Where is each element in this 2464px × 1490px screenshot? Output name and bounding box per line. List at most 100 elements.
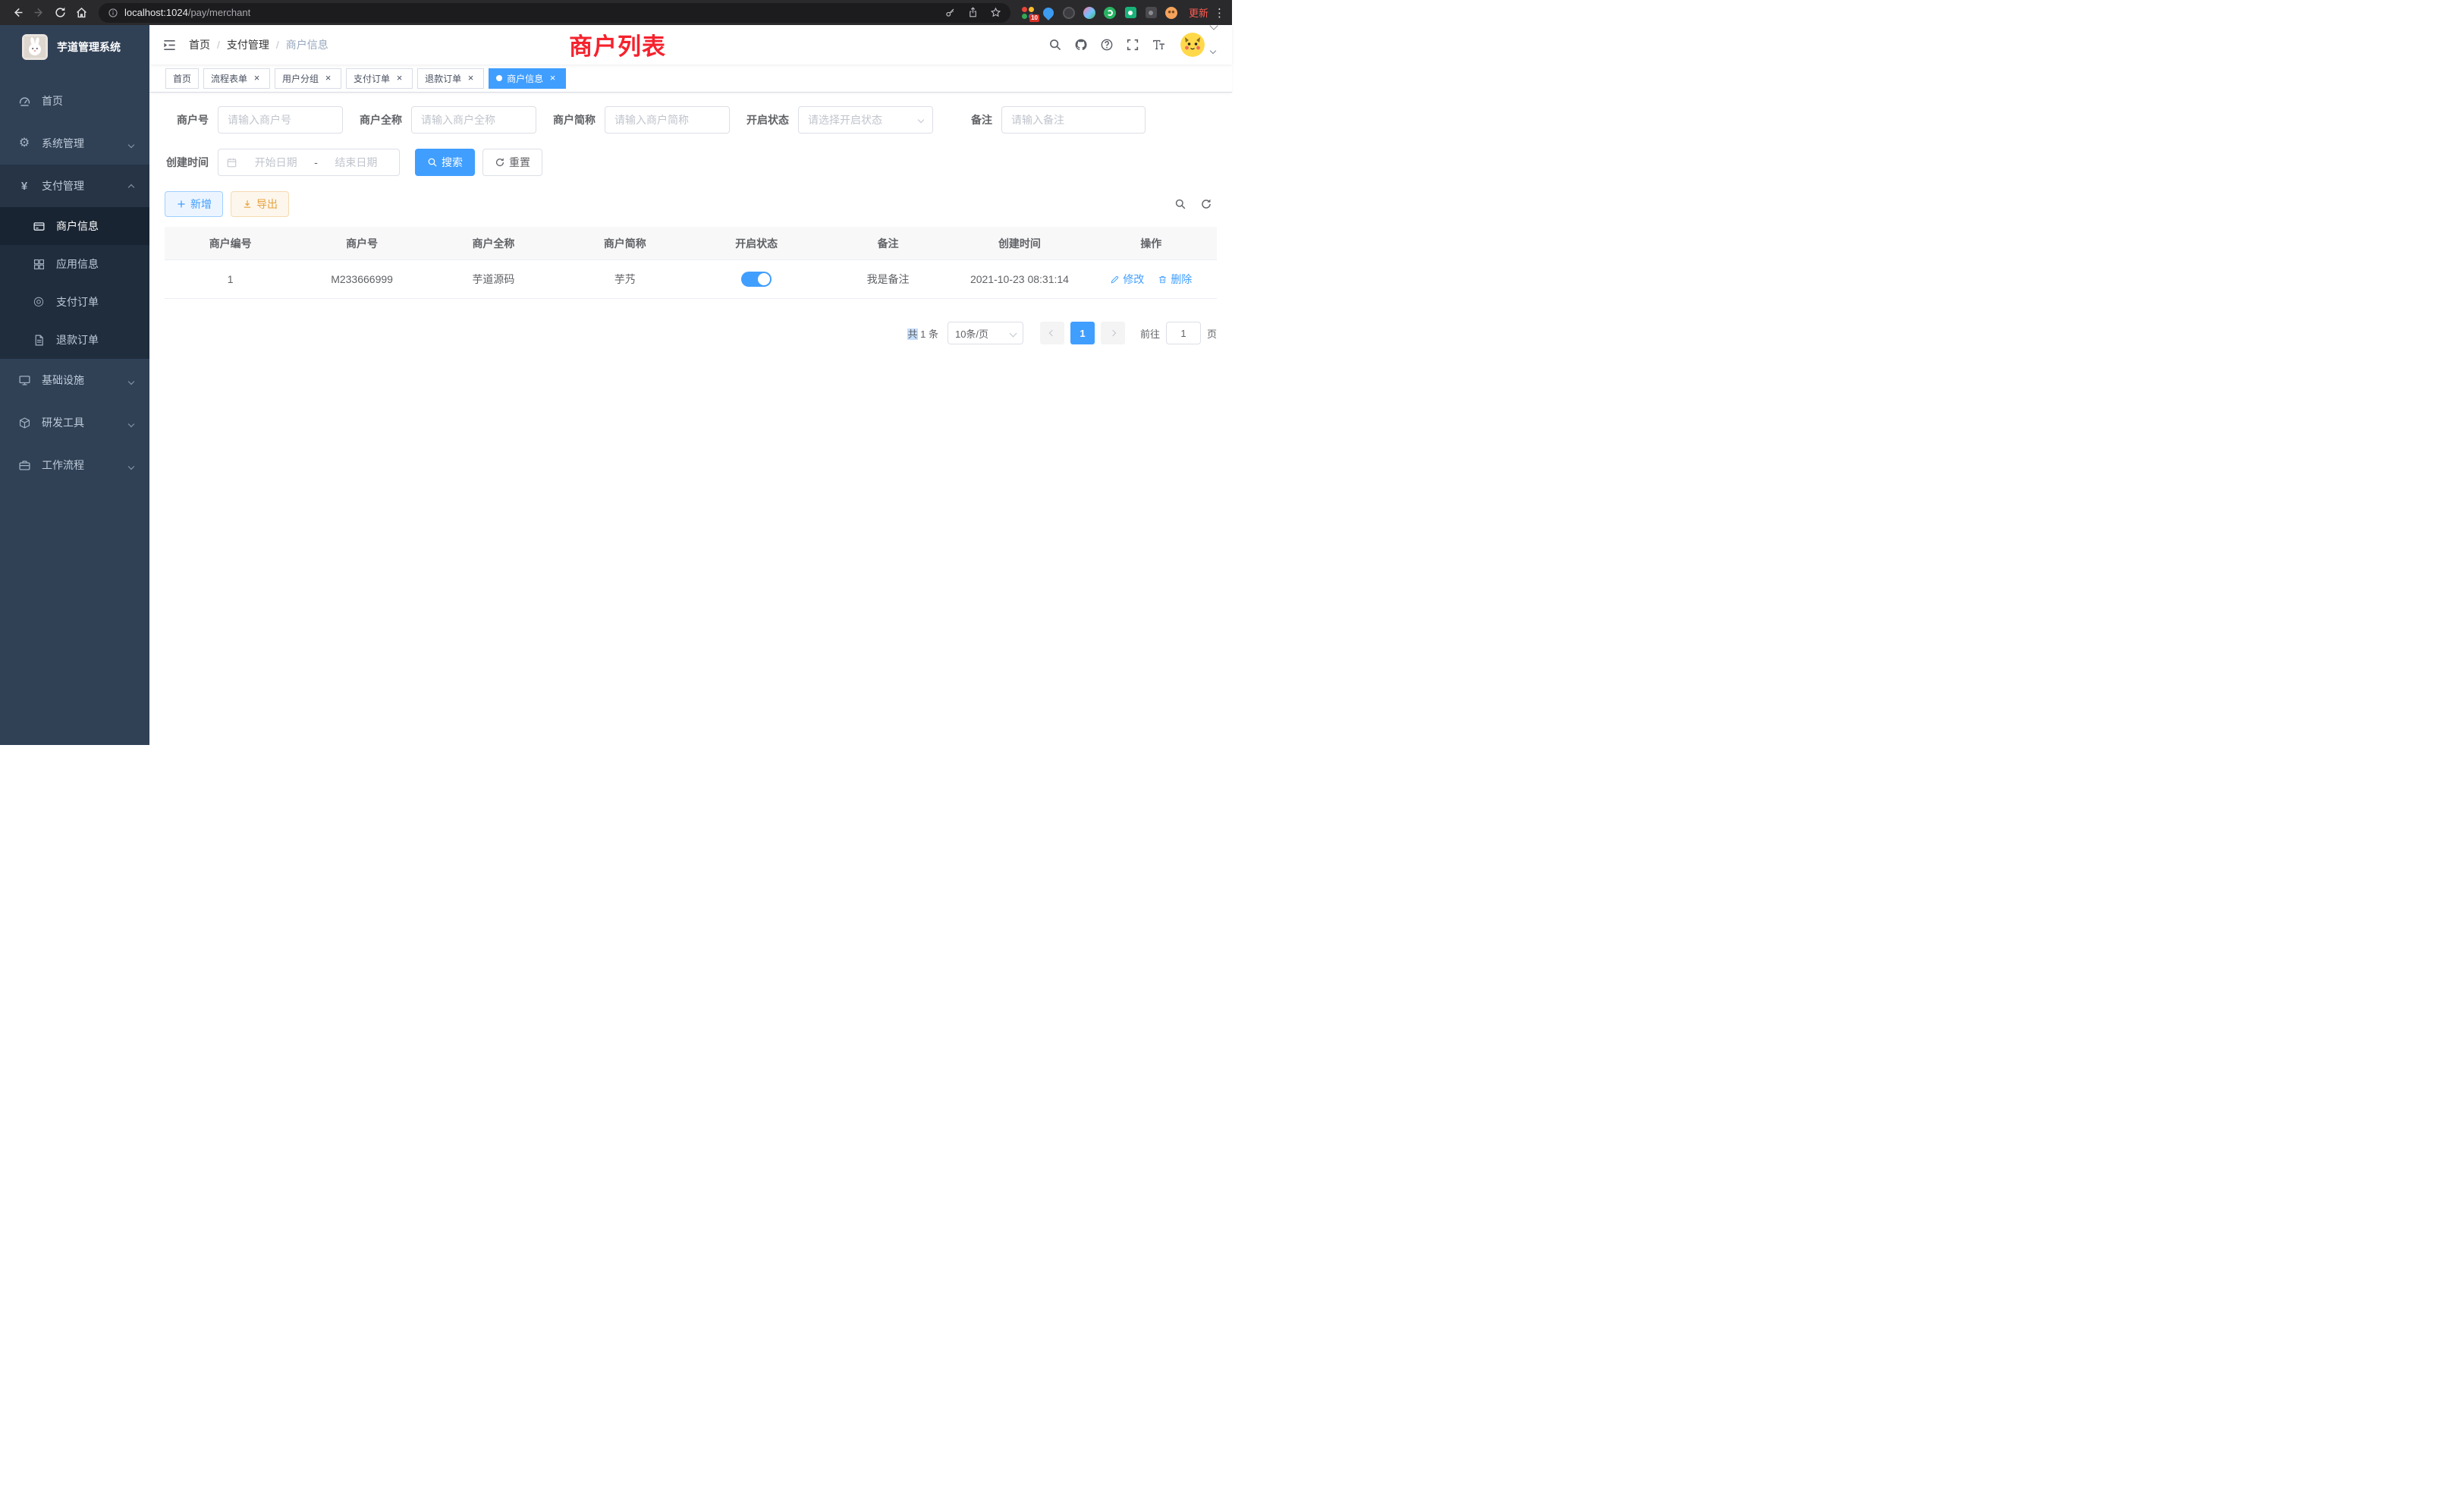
toggle-search-icon[interactable] xyxy=(1174,198,1186,210)
grid-icon xyxy=(32,257,46,271)
col-header: 商户全称 xyxy=(428,236,559,251)
close-icon[interactable]: × xyxy=(394,73,405,84)
pagination: 共 1 条 10条/页 1 前往 页 xyxy=(165,322,1217,344)
refresh-icon xyxy=(495,157,505,168)
short-name-input[interactable] xyxy=(605,106,730,134)
browser-update-button[interactable]: 更新 xyxy=(1189,5,1208,20)
filter-row-1: 商户号 商户全称 商户简称 开启状态 请选择开启状态 备注 xyxy=(165,106,1217,134)
add-button[interactable]: 新增 xyxy=(165,191,223,217)
sidebar-subitem-pay-order[interactable]: ◎ 支付订单 xyxy=(0,283,149,321)
avatar-image xyxy=(1180,33,1205,57)
goto-label: 前往 xyxy=(1140,326,1160,341)
browser-menu-icon[interactable]: ⋮ xyxy=(1214,6,1224,20)
tab-refund-order[interactable]: 退款订单 × xyxy=(417,68,484,89)
merchant-table: 商户编号 商户号 商户全称 商户简称 开启状态 备注 创建时间 操作 1 M23… xyxy=(165,227,1217,299)
date-start-placeholder: 开始日期 xyxy=(240,155,311,170)
sidebar-subitem-refund-order[interactable]: 退款订单 xyxy=(0,321,149,359)
short-name-label: 商户简称 xyxy=(552,112,605,127)
tab-pay-order[interactable]: 支付订单 × xyxy=(346,68,413,89)
url-path: /pay/merchant xyxy=(188,7,250,18)
col-header: 备注 xyxy=(822,236,954,251)
site-info-icon[interactable] xyxy=(108,8,118,18)
close-icon[interactable]: × xyxy=(547,73,558,84)
back-button[interactable] xyxy=(8,3,27,23)
fullscreen-icon[interactable] xyxy=(1120,25,1146,64)
chevron-down-icon xyxy=(918,117,924,123)
status-toggle[interactable] xyxy=(741,272,772,287)
sidebar-item-payment[interactable]: ¥ 支付管理 xyxy=(0,165,149,207)
bookmark-star-icon[interactable] xyxy=(990,7,1001,18)
goto-page-input[interactable] xyxy=(1166,322,1201,344)
edit-icon xyxy=(1110,275,1120,284)
status-label: 开启状态 xyxy=(745,112,798,127)
home-button[interactable] xyxy=(71,3,91,23)
toolbar-caret-icon[interactable] xyxy=(1211,19,1217,33)
app-logo: 芋道管理系统 xyxy=(0,25,149,69)
extension-palette-icon[interactable]: 10 xyxy=(1018,3,1039,22)
reset-button[interactable]: 重置 xyxy=(482,149,542,176)
header-search-icon[interactable] xyxy=(1042,25,1068,64)
help-icon[interactable] xyxy=(1094,25,1120,64)
full-name-label: 商户全称 xyxy=(358,112,411,127)
extension-green-circle-icon[interactable] xyxy=(1100,3,1120,22)
sidebar-item-home[interactable]: 首页 xyxy=(0,80,149,122)
plus-icon xyxy=(176,199,187,209)
target-icon: ◎ xyxy=(32,295,46,309)
reload-button[interactable] xyxy=(50,3,70,23)
sidebar-subitem-app-info[interactable]: 应用信息 xyxy=(0,245,149,283)
sidebar-item-infra[interactable]: 基础设施 xyxy=(0,359,149,401)
chevron-down-icon xyxy=(129,459,134,471)
search-button[interactable]: 搜索 xyxy=(415,149,475,176)
prev-page-button[interactable] xyxy=(1040,322,1064,344)
pagination-total: 共 1 条 xyxy=(907,326,938,341)
create-time-range-picker[interactable]: 开始日期 - 结束日期 xyxy=(218,149,400,176)
logo-avatar xyxy=(22,34,48,60)
close-icon[interactable]: × xyxy=(251,73,262,84)
font-size-icon[interactable] xyxy=(1146,25,1171,64)
extension-dark-circle-icon[interactable] xyxy=(1059,3,1080,22)
cell-id: 1 xyxy=(165,273,296,285)
forward-button[interactable] xyxy=(29,3,49,23)
close-icon[interactable]: × xyxy=(465,73,476,84)
github-icon[interactable] xyxy=(1068,25,1094,64)
cell-full-name: 芋道源码 xyxy=(428,272,559,287)
page-1-button[interactable]: 1 xyxy=(1070,322,1095,344)
extension-green-square-icon[interactable] xyxy=(1120,3,1141,22)
remark-input[interactable] xyxy=(1001,106,1146,134)
sidebar-item-system[interactable]: ⚙ 系统管理 xyxy=(0,122,149,165)
tab-merchant-info[interactable]: 商户信息 × xyxy=(489,68,566,89)
edit-button[interactable]: 修改 xyxy=(1110,272,1144,287)
chevron-up-icon xyxy=(129,180,134,192)
tags-view: 首页 流程表单 × 用户分组 × 支付订单 × 退款订单 × 商户信息 × xyxy=(149,64,1232,93)
share-icon[interactable] xyxy=(967,7,979,18)
refresh-table-icon[interactable] xyxy=(1200,198,1212,210)
date-end-placeholder: 结束日期 xyxy=(321,155,391,170)
password-key-icon[interactable] xyxy=(944,7,956,18)
user-avatar[interactable] xyxy=(1180,33,1215,57)
delete-button[interactable]: 删除 xyxy=(1158,272,1192,287)
hamburger-button[interactable] xyxy=(149,25,189,64)
full-name-input[interactable] xyxy=(411,106,536,134)
breadcrumb-home[interactable]: 首页 xyxy=(189,37,210,52)
trash-icon xyxy=(1158,275,1168,284)
extension-drop-icon[interactable] xyxy=(1039,3,1059,22)
merchant-no-input[interactable] xyxy=(218,106,343,134)
tab-home[interactable]: 首页 xyxy=(165,68,199,89)
tab-user-group[interactable]: 用户分组 × xyxy=(275,68,341,89)
next-page-button[interactable] xyxy=(1101,322,1125,344)
breadcrumb-payment[interactable]: 支付管理 xyxy=(227,37,269,52)
status-select[interactable]: 请选择开启状态 xyxy=(798,106,933,134)
extension-pin-icon[interactable] xyxy=(1141,3,1161,22)
tab-process-form[interactable]: 流程表单 × xyxy=(203,68,270,89)
sidebar-subitem-merchant-info[interactable]: 商户信息 xyxy=(0,207,149,245)
export-button[interactable]: 导出 xyxy=(231,191,289,217)
close-icon[interactable]: × xyxy=(322,73,334,84)
sidebar-item-workflow[interactable]: 工作流程 xyxy=(0,444,149,486)
page-size-select[interactable]: 10条/页 xyxy=(948,322,1023,344)
cell-remark: 我是备注 xyxy=(822,272,954,287)
extension-face-icon[interactable] xyxy=(1161,3,1182,22)
sidebar-item-devtools[interactable]: 研发工具 xyxy=(0,401,149,444)
url-bar[interactable]: localhost:1024/pay/merchant xyxy=(99,3,1010,23)
chevron-down-icon xyxy=(129,417,134,429)
extension-avatar-icon[interactable] xyxy=(1080,3,1100,22)
